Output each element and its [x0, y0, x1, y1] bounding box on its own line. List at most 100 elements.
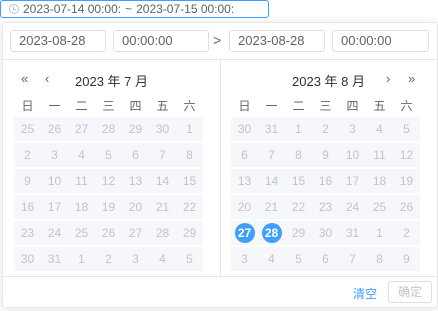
calendar-day-cell[interactable]: 25	[366, 195, 393, 219]
calendar-day-cell[interactable]: 2	[312, 117, 339, 141]
calendar-day-cell[interactable]: 22	[285, 195, 312, 219]
left-calendar-title: 2023 年 7 月	[75, 74, 148, 89]
calendar-day-cell[interactable]: 22	[176, 195, 203, 219]
calendar-day-cell[interactable]: 27	[68, 117, 95, 141]
calendar-day-cell[interactable]: 16	[14, 195, 41, 219]
start-time-input[interactable]: 00:00:00	[113, 30, 209, 52]
calendar-day-cell[interactable]: 8	[366, 247, 393, 271]
calendar-day-cell[interactable]: 11	[68, 169, 95, 193]
calendar-day-cell[interactable]: 3	[231, 247, 258, 271]
calendar-day-cell[interactable]: 14	[149, 169, 176, 193]
calendar-day-cell[interactable]: 10	[339, 143, 366, 167]
clear-button[interactable]: 清空	[353, 285, 377, 302]
calendar-day-cell[interactable]: 10	[41, 169, 68, 193]
calendar-day-cell[interactable]: 14	[258, 169, 285, 193]
calendar-day-cell[interactable]: 6	[231, 143, 258, 167]
calendar-day-cell[interactable]: 29	[122, 117, 149, 141]
calendar-day-cell[interactable]: 26	[95, 221, 122, 245]
calendar-day-cell[interactable]: 15	[176, 169, 203, 193]
date-range-input[interactable]: 2023-07-14 00:00: ~ 2023-07-15 00:00:	[0, 0, 269, 18]
calendar-day-cell[interactable]: 28	[95, 117, 122, 141]
calendar-day-cell[interactable]: 1	[176, 117, 203, 141]
calendar-day-cell[interactable]: 30	[231, 117, 258, 141]
calendar-day-cell[interactable]: 30	[312, 221, 339, 245]
calendar-day-cell[interactable]: 1	[285, 117, 312, 141]
calendar-day-cell[interactable]: 23	[14, 221, 41, 245]
calendar-day-cell[interactable]: 11	[366, 143, 393, 167]
calendar-day-cell[interactable]: 8	[285, 143, 312, 167]
calendar-day-cell[interactable]: 5	[176, 247, 203, 271]
calendar-day-cell[interactable]: 29	[176, 221, 203, 245]
calendar-day-cell[interactable]: 5	[393, 117, 420, 141]
range-end-text[interactable]: 2023-07-15 00:00:	[136, 2, 234, 16]
calendar-day-cell[interactable]: 4	[258, 247, 285, 271]
calendar-day-cell[interactable]: 13	[231, 169, 258, 193]
calendar-day-cell[interactable]: 28	[258, 221, 285, 245]
calendar-day-cell[interactable]: 4	[149, 247, 176, 271]
calendar-day-cell[interactable]: 30	[149, 117, 176, 141]
calendar-day-cell[interactable]: 24	[41, 221, 68, 245]
calendar-day-cell[interactable]: 20	[122, 195, 149, 219]
calendar-day-label: 3	[51, 148, 58, 162]
calendar-day-cell[interactable]: 7	[339, 247, 366, 271]
calendar-day-cell[interactable]: 5	[95, 143, 122, 167]
calendar-day-cell[interactable]: 16	[312, 169, 339, 193]
calendar-day-cell[interactable]: 3	[339, 117, 366, 141]
range-start-text[interactable]: 2023-07-14 00:00:	[23, 2, 121, 16]
calendar-day-cell[interactable]: 25	[68, 221, 95, 245]
calendar-day-cell[interactable]: 24	[339, 195, 366, 219]
calendar-day-cell[interactable]: 6	[122, 143, 149, 167]
calendar-day-cell[interactable]: 8	[176, 143, 203, 167]
calendar-day-cell[interactable]: 19	[393, 169, 420, 193]
calendar-day-cell[interactable]: 23	[312, 195, 339, 219]
calendar-day-cell[interactable]: 18	[366, 169, 393, 193]
calendar-day-cell[interactable]: 7	[258, 143, 285, 167]
start-date-input[interactable]: 2023-08-28	[10, 30, 106, 52]
calendar-day-cell[interactable]: 3	[41, 143, 68, 167]
calendar-day-label: 14	[264, 174, 279, 188]
calendar-day-cell[interactable]: 19	[95, 195, 122, 219]
calendar-day-cell[interactable]: 12	[393, 143, 420, 167]
calendar-day-cell[interactable]: 4	[68, 143, 95, 167]
calendar-day-cell[interactable]: 26	[393, 195, 420, 219]
calendar-day-cell[interactable]: 21	[149, 195, 176, 219]
next-year-icon[interactable]: »	[408, 71, 415, 86]
calendar-day-cell[interactable]: 6	[312, 247, 339, 271]
next-month-icon[interactable]: ›	[386, 71, 390, 86]
calendar-day-cell[interactable]: 9	[393, 247, 420, 271]
calendar-day-cell[interactable]: 28	[149, 221, 176, 245]
calendar-week-row: 27 28 29 30 31 1 2	[231, 221, 420, 245]
calendar-day-cell[interactable]: 15	[285, 169, 312, 193]
calendar-day-cell[interactable]: 5	[285, 247, 312, 271]
calendar-day-cell[interactable]: 31	[339, 221, 366, 245]
calendar-day-cell[interactable]: 12	[95, 169, 122, 193]
calendar-day-cell[interactable]: 13	[122, 169, 149, 193]
calendar-day-cell[interactable]: 30	[14, 247, 41, 271]
calendar-day-cell[interactable]: 20	[231, 195, 258, 219]
end-time-input[interactable]: 00:00:00	[332, 30, 429, 52]
calendar-day-cell[interactable]: 3	[122, 247, 149, 271]
calendar-day-cell[interactable]: 29	[285, 221, 312, 245]
confirm-button[interactable]: 确定	[388, 281, 432, 303]
calendar-day-cell[interactable]: 26	[41, 117, 68, 141]
calendar-day-cell[interactable]: 17	[339, 169, 366, 193]
calendar-day-cell[interactable]: 25	[14, 117, 41, 141]
calendar-day-cell[interactable]: 31	[258, 117, 285, 141]
calendar-day-cell[interactable]: 7	[149, 143, 176, 167]
calendar-day-cell[interactable]: 2	[95, 247, 122, 271]
calendar-day-cell[interactable]: 1	[68, 247, 95, 271]
calendar-day-label: 12	[101, 174, 116, 188]
calendar-day-cell[interactable]: 1	[366, 221, 393, 245]
end-date-input[interactable]: 2023-08-28	[229, 30, 325, 52]
calendar-day-cell[interactable]: 18	[68, 195, 95, 219]
calendar-day-cell[interactable]: 17	[41, 195, 68, 219]
calendar-day-cell[interactable]: 9	[14, 169, 41, 193]
calendar-day-cell[interactable]: 31	[41, 247, 68, 271]
calendar-day-cell[interactable]: 27	[231, 221, 258, 245]
calendar-day-cell[interactable]: 4	[366, 117, 393, 141]
calendar-day-cell[interactable]: 9	[312, 143, 339, 167]
calendar-day-cell[interactable]: 27	[122, 221, 149, 245]
calendar-day-cell[interactable]: 2	[393, 221, 420, 245]
calendar-day-cell[interactable]: 21	[258, 195, 285, 219]
calendar-day-cell[interactable]: 2	[14, 143, 41, 167]
